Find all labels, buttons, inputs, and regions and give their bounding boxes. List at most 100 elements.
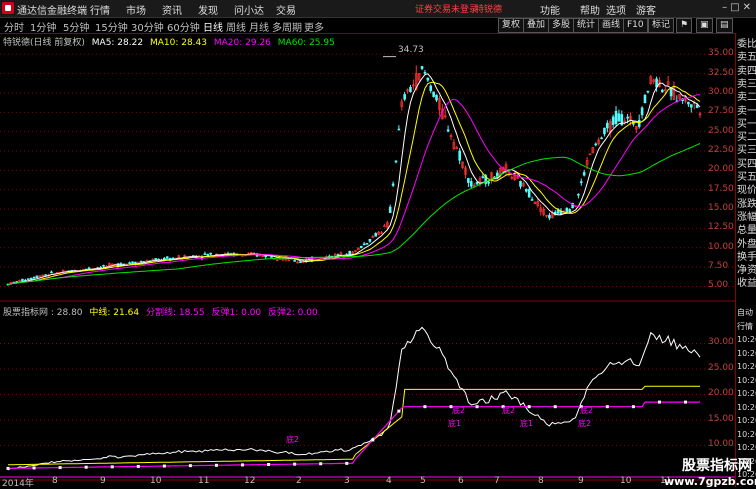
splitline-label: 分割线: 18.55 [145, 308, 205, 318]
menu-trade[interactable]: 交易 [276, 2, 296, 17]
quote-field-label: 卖一 [737, 105, 756, 117]
candle-body [611, 116, 615, 125]
app-logo-icon [2, 2, 14, 14]
period-5min[interactable]: 5分钟 [63, 19, 89, 34]
close-icon[interactable]: ✕ [743, 2, 754, 13]
minimize-icon[interactable]: – [722, 2, 730, 13]
candle-body [423, 72, 427, 74]
mark-button[interactable]: 标记 [648, 18, 675, 33]
candle-body [640, 107, 644, 116]
candle-body [568, 209, 572, 213]
site-watermark: 股票指标网 www.7gpzb.com [664, 455, 756, 488]
candle-body [469, 181, 473, 187]
quote-field-label: 涨跌 [737, 198, 756, 210]
candle-body [32, 276, 36, 279]
candle-body [429, 85, 433, 92]
period-1min[interactable]: 1分钟 [30, 19, 56, 34]
split-marker [345, 461, 349, 465]
period-daily[interactable]: 日线 [203, 19, 223, 34]
flag-icon[interactable]: ⚑ [676, 18, 693, 33]
menu-market[interactable]: 市场 [126, 2, 146, 17]
split-marker [371, 438, 375, 442]
indicator-tick-label: 25.00 [708, 362, 734, 373]
menu-discover[interactable]: 发现 [198, 2, 218, 17]
indicator-tick-label: 15.00 [708, 413, 734, 424]
date-tick-label: 9 [578, 476, 584, 486]
candle-body [475, 181, 479, 185]
period-tick[interactable]: 分时 [4, 19, 24, 34]
candle-body [614, 110, 618, 124]
expand-icon[interactable]: ▣ [696, 18, 713, 33]
split-marker [58, 466, 62, 470]
candle-body [637, 119, 641, 127]
menu-options[interactable]: 选项 [606, 2, 626, 17]
indicator-grid [0, 342, 735, 481]
menu-function[interactable]: 功能 [540, 2, 560, 17]
menu-quotes[interactable]: 行情 [90, 2, 110, 17]
quote-field-label: 买三 [737, 145, 756, 157]
period-30min[interactable]: 30分钟 [131, 19, 164, 34]
ma20-label: MA20: 29.26 [213, 38, 271, 48]
candle-body [435, 94, 438, 101]
split-marker [553, 405, 557, 409]
kline-chart[interactable] [0, 33, 735, 487]
candle-body [426, 77, 430, 81]
tick-time-label: 自动 [737, 308, 753, 317]
candle-body [594, 143, 598, 146]
draw-button[interactable]: 画线 [598, 18, 625, 33]
f10-button[interactable]: F10 [623, 18, 648, 33]
period-60min[interactable]: 60分钟 [167, 19, 200, 34]
stats-button[interactable]: 统计 [573, 18, 600, 33]
candle-body [26, 278, 30, 280]
period-15min[interactable]: 15分钟 [95, 19, 128, 34]
candle-body [128, 262, 131, 264]
price-tick-label: 35.00 [708, 48, 734, 59]
ma5-line [7, 73, 701, 286]
candle-body [626, 116, 629, 119]
candle-body [579, 181, 583, 183]
candle-body [21, 278, 24, 282]
candle-body [556, 209, 560, 214]
candle-body [530, 199, 534, 201]
candle-body [50, 271, 53, 274]
watermark-title: 股票指标网 [682, 458, 752, 474]
candle-body [293, 260, 296, 262]
login-notice[interactable]: 证券交易未登录 [415, 2, 478, 15]
period-monthly[interactable]: 月线 [249, 19, 269, 34]
candle-body [524, 189, 528, 192]
candle-body [270, 256, 273, 258]
quote-field-label: 买四 [737, 158, 756, 170]
indicator-lines [6, 326, 701, 471]
menu-guest[interactable]: 游客 [636, 2, 656, 17]
overlay-button[interactable]: 叠加 [523, 18, 550, 33]
period-toolbar: 分时 1分钟 5分钟 15分钟 30分钟 60分钟 日线 周线 月线 多周期 更… [0, 18, 756, 34]
price-tick-label: 30.00 [708, 86, 734, 97]
tick-time-label: 10:26 [737, 443, 756, 452]
bounce1-label: 反弹1: 0.00 [211, 308, 262, 318]
menu-ask[interactable]: 问小达 [234, 2, 264, 17]
quote-field-label: 买五 [737, 172, 756, 183]
window-controls[interactable]: –□✕ [722, 2, 754, 13]
menu-help[interactable]: 帮助 [580, 2, 600, 17]
price-tick-label: 17.50 [708, 183, 734, 194]
tick-time-label: 10:26 [737, 416, 756, 425]
price-tick-label: 27.50 [708, 106, 734, 117]
maximize-icon[interactable]: □ [730, 2, 742, 13]
period-more[interactable]: 更多 [304, 19, 324, 34]
menu-news[interactable]: 资讯 [162, 2, 182, 17]
layout-icon[interactable]: ▤ [716, 18, 733, 33]
multistock-button[interactable]: 多股 [548, 18, 575, 33]
bottom-tag-label: 底2 [452, 406, 466, 415]
period-weekly[interactable]: 周线 [226, 19, 246, 34]
notice-stock[interactable]: 特锐德 [475, 2, 502, 15]
price-tick-label: 25.00 [708, 125, 734, 136]
candle-body [603, 127, 606, 135]
candle-body [336, 254, 340, 256]
adjust-button[interactable]: 复权 [498, 18, 525, 33]
date-tick-label: 10 [150, 476, 162, 486]
bottom-tag-label: 底2 [580, 406, 594, 415]
date-tick-label: 7 [494, 476, 500, 486]
date-tick-label: 4 [386, 476, 392, 486]
period-multi[interactable]: 多周期 [272, 19, 302, 34]
split-marker [527, 405, 531, 409]
